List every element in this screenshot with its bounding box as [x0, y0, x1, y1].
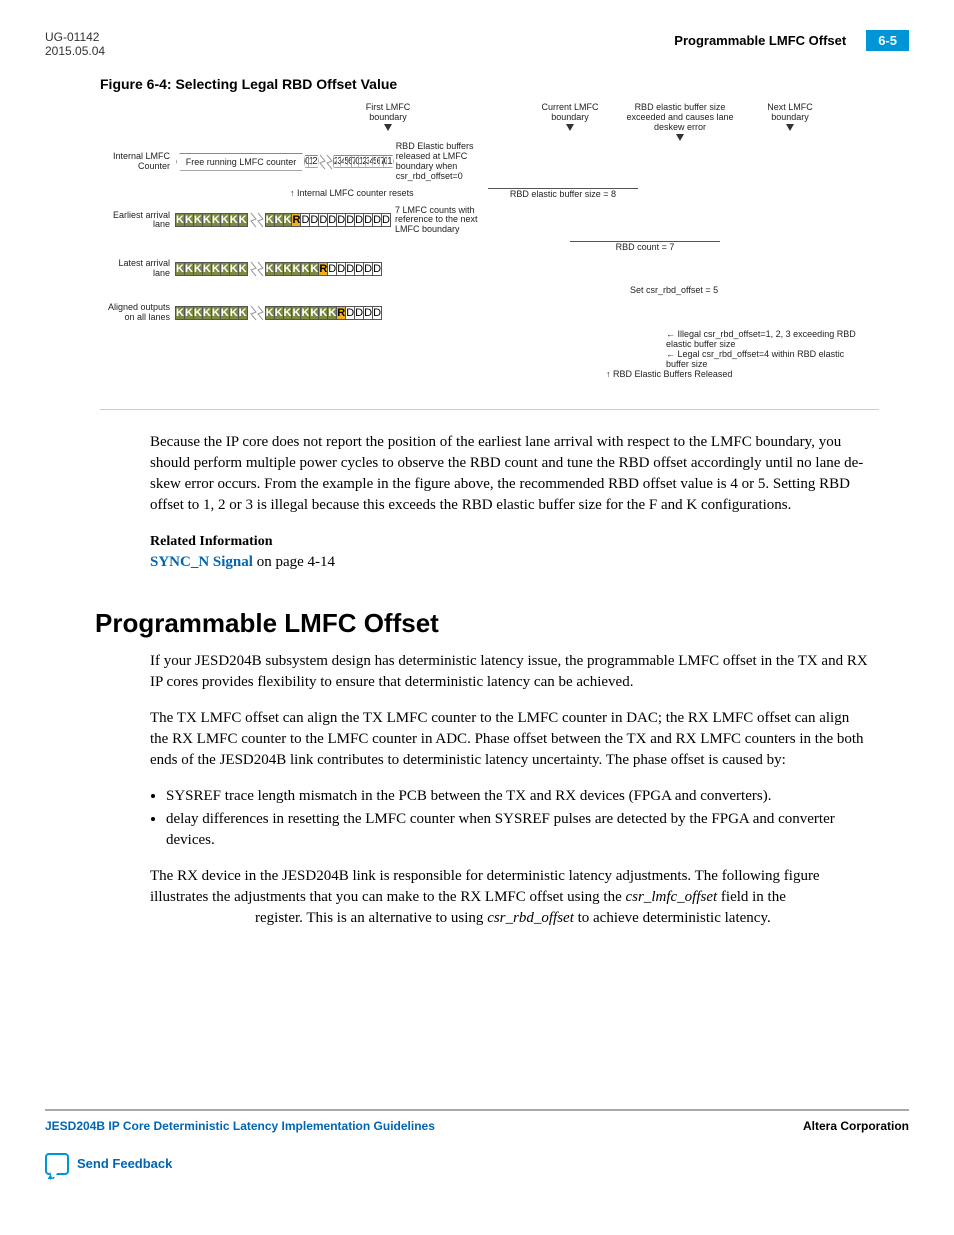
note-lmfc-counts: 7 LMFC counts with reference to the next… — [395, 206, 485, 236]
counter-cell: 1 — [386, 155, 394, 168]
header-left: UG-01142 2015.05.04 — [45, 30, 105, 58]
paragraph-3: The TX LMFC offset can align the TX LMFC… — [150, 708, 869, 771]
earliest-annotations: RBD count = 7 — [100, 241, 879, 259]
aligned-annotations: ← Illegal csr_rbd_offset=1, 2, 3 exceedi… — [176, 329, 879, 389]
earliest-seq2: KKKRDDDDDDDDDD — [266, 212, 391, 228]
figure-6-4: First LMFC boundary Current LMFC boundar… — [100, 102, 879, 410]
lane-cell: D — [381, 213, 391, 227]
related-link-line: SYNC_N Signal on page 4-14 — [150, 552, 869, 573]
label-next-lmfc: Next LMFC boundary — [750, 102, 830, 131]
latest-annotations: Set csr_rbd_offset = 5 — [100, 285, 879, 303]
break-icon — [248, 260, 266, 278]
counter-seq1: 012 — [306, 153, 317, 171]
label-deskew-error: RBD elastic buffer size exceeded and cau… — [620, 102, 740, 141]
lane-cell: D — [372, 306, 382, 320]
bullet-1: SYSREF trace length mismatch in the PCB … — [166, 786, 869, 807]
section-title: Programmable LMFC Offset — [95, 608, 869, 639]
counter-seq2: 2345670123456701 — [335, 153, 392, 171]
row-label-aligned: Aligned outputs on all lanes — [100, 303, 170, 323]
break-icon — [248, 304, 266, 322]
doc-id: UG-01142 — [45, 30, 105, 44]
annot-set-offset: Set csr_rbd_offset = 5 — [630, 285, 718, 295]
figure-top-labels: First LMFC boundary Current LMFC boundar… — [100, 102, 879, 142]
row-latest: Latest arrival lane KKKKKKKK KKKKKKRDDDD… — [100, 259, 879, 279]
send-feedback[interactable]: Send Feedback — [45, 1153, 909, 1175]
row-aligned: Aligned outputs on all lanes KKKKKKKK KK… — [100, 303, 879, 323]
related-info-heading: Related Information — [150, 534, 869, 550]
figure-title: Figure 6-4: Selecting Legal RBD Offset V… — [100, 76, 909, 92]
lane-cell: K — [238, 306, 248, 320]
bullet-2: delay differences in resetting the LMFC … — [166, 809, 869, 851]
page-header: UG-01142 2015.05.04 Programmable LMFC Of… — [45, 30, 909, 58]
section-content: If your JESD204B subsystem design has de… — [150, 651, 869, 929]
annot-legal: ← Legal csr_rbd_offset=4 within RBD elas… — [666, 349, 866, 369]
aligned-seq2: KKKKKKKKRDDDD — [266, 305, 382, 321]
page-number-badge: 6-5 — [866, 30, 909, 51]
csr-lmfc-offset-term: csr_lmfc_offset — [626, 889, 718, 905]
header-topic: Programmable LMFC Offset — [674, 33, 846, 48]
doc-date: 2015.05.04 — [45, 44, 105, 58]
counter-annotations: ↑ Internal LMFC counter resets RBD elast… — [100, 188, 879, 206]
row-earliest: Earliest arrival lane KKKKKKKK KKKRDDDDD… — [100, 206, 879, 236]
paragraph-1: Because the IP core does not report the … — [150, 432, 869, 516]
header-right: Programmable LMFC Offset 6-5 — [674, 30, 909, 51]
earliest-seq1: KKKKKKKK — [176, 212, 248, 228]
latest-seq1: KKKKKKKK — [176, 261, 248, 277]
lane-cell: K — [238, 213, 248, 227]
annot-released: ↑ RBD Elastic Buffers Released — [606, 369, 732, 379]
speech-bubble-icon — [45, 1153, 69, 1175]
row-label-latest: Latest arrival lane — [100, 259, 170, 279]
body-content: Because the IP core does not report the … — [150, 432, 869, 573]
freerun-block: Free running LMFC counter — [176, 153, 306, 171]
label-first-lmfc: First LMFC boundary — [348, 102, 428, 131]
annot-rbd-count: RBD count = 7 — [570, 241, 720, 252]
row-lmfc-counter: Internal LMFC Counter Free running LMFC … — [100, 142, 879, 182]
send-feedback-link[interactable]: Send Feedback — [77, 1156, 172, 1171]
lane-cell: D — [372, 262, 382, 276]
latest-seq2: KKKKKKRDDDDDD — [266, 261, 382, 277]
page-footer: JESD204B IP Core Deterministic Latency I… — [45, 1109, 909, 1133]
footer-chapter-link[interactable]: JESD204B IP Core Deterministic Latency I… — [45, 1119, 435, 1133]
footer-corp: Altera Corporation — [803, 1119, 909, 1133]
paragraph-2: If your JESD204B subsystem design has de… — [150, 651, 869, 693]
aligned-seq1: KKKKKKKK — [176, 305, 248, 321]
link-suffix: on page 4-14 — [253, 554, 335, 570]
annot-elastic-size: RBD elastic buffer size = 8 — [488, 188, 638, 199]
paragraph-4: The RX device in the JESD204B link is re… — [150, 866, 869, 929]
note-elastic-release: RBD Elastic buffers released at LMFC bou… — [396, 142, 486, 182]
csr-rbd-offset-term: csr_rbd_offset — [487, 910, 574, 926]
row-label-counter: Internal LMFC Counter — [100, 152, 170, 172]
break-icon — [317, 153, 335, 171]
bullet-list: SYSREF trace length mismatch in the PCB … — [166, 786, 869, 851]
break-icon — [248, 211, 266, 229]
row-label-earliest: Earliest arrival lane — [100, 211, 170, 231]
label-current-lmfc: Current LMFC boundary — [530, 102, 610, 131]
sync-n-signal-link[interactable]: SYNC_N Signal — [150, 554, 253, 570]
annot-illegal: ← Illegal csr_rbd_offset=1, 2, 3 exceedi… — [666, 329, 866, 349]
lane-cell: K — [238, 262, 248, 276]
annot-reset: ↑ Internal LMFC counter resets — [290, 188, 414, 198]
